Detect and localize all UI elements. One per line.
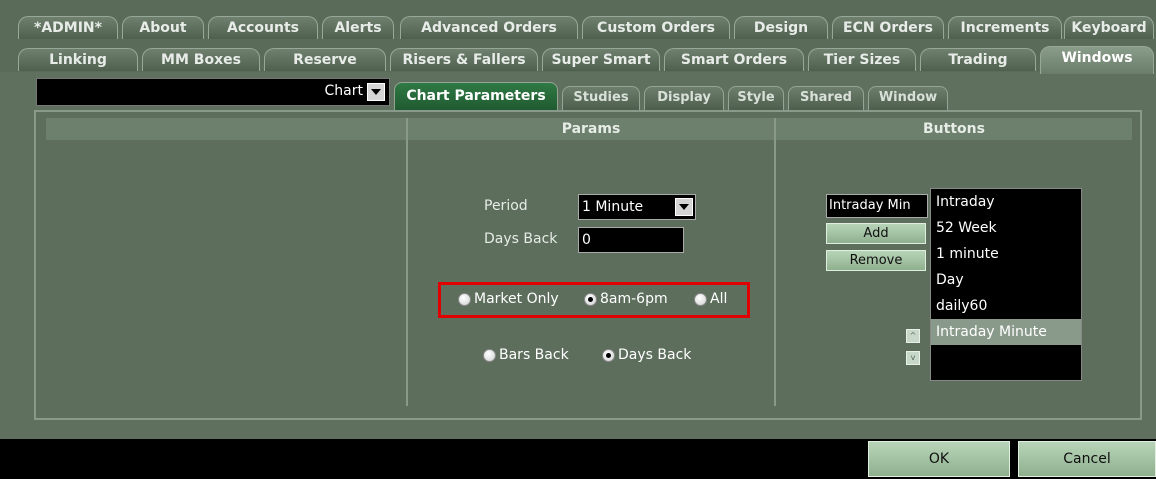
radio-dot-icon <box>483 348 496 362</box>
tab-smart-orders[interactable]: Smart Orders <box>664 48 804 71</box>
column-divider <box>774 118 776 406</box>
radio-dot-icon <box>602 348 615 362</box>
column-divider <box>406 118 408 406</box>
list-item[interactable]: Day <box>931 267 1081 293</box>
days-back-label: Days Back <box>484 231 558 247</box>
move-down-icon[interactable]: v <box>906 351 920 365</box>
radio-label: 8am-6pm <box>600 291 668 307</box>
radio-bars-back[interactable]: Bars Back <box>483 347 569 363</box>
tab-mm-boxes[interactable]: MM Boxes <box>142 48 260 71</box>
list-item[interactable]: daily60 <box>931 293 1081 319</box>
tab-custom-orders[interactable]: Custom Orders <box>582 16 730 39</box>
tab-super-smart[interactable]: Super Smart <box>542 48 660 71</box>
tab-ecn-orders[interactable]: ECN Orders <box>832 16 944 39</box>
window-type-select[interactable]: Chart <box>36 78 390 106</box>
period-label: Period <box>484 198 528 214</box>
tab-admin[interactable]: *ADMIN* <box>18 16 118 39</box>
settings-window: *ADMIN* About Accounts Alerts Advanced O… <box>0 0 1156 479</box>
radio-label: All <box>710 291 728 307</box>
tab-about[interactable]: About <box>122 16 204 39</box>
radio-8am-6pm[interactable]: 8am-6pm <box>584 291 668 307</box>
params-header: Params <box>408 118 774 140</box>
tab-reserve[interactable]: Reserve <box>264 48 386 71</box>
radio-all[interactable]: All <box>694 291 727 307</box>
radio-label: Days Back <box>618 347 692 363</box>
chevron-down-icon[interactable] <box>675 198 693 216</box>
list-item-selected[interactable]: Intraday Minute <box>931 319 1081 345</box>
tab-linking[interactable]: Linking <box>18 48 138 71</box>
radio-label: Bars Back <box>499 347 569 363</box>
cancel-button[interactable]: Cancel <box>1018 441 1156 477</box>
subtab-chart-parameters[interactable]: Chart Parameters <box>394 82 558 110</box>
tab-trading[interactable]: Trading <box>920 48 1036 71</box>
tab-row-1: *ADMIN* About Accounts Alerts Advanced O… <box>0 14 1156 39</box>
tab-row-2: Linking MM Boxes Reserve Risers & Faller… <box>0 46 1156 74</box>
column-header-blank <box>46 118 406 140</box>
radio-market-only[interactable]: Market Only <box>458 291 559 307</box>
subtab-display[interactable]: Display <box>644 86 724 110</box>
subtab-studies[interactable]: Studies <box>562 86 640 110</box>
tab-risers-fallers[interactable]: Risers & Fallers <box>390 48 538 71</box>
subtab-shared[interactable]: Shared <box>788 86 864 110</box>
button-name-field[interactable]: Intraday Min <box>826 194 928 218</box>
tab-increments[interactable]: Increments <box>948 16 1062 39</box>
tab-alerts[interactable]: Alerts <box>322 16 394 39</box>
radio-dot-icon <box>584 292 597 306</box>
buttons-list[interactable]: Intraday 52 Week 1 minute Day daily60 In… <box>930 188 1082 381</box>
period-select[interactable]: 1 Minute <box>578 194 696 220</box>
tab-accounts[interactable]: Accounts <box>208 16 318 39</box>
move-up-icon[interactable]: ^ <box>906 329 920 343</box>
radio-dot-icon <box>694 292 707 306</box>
remove-button[interactable]: Remove <box>826 250 926 271</box>
tab-design[interactable]: Design <box>734 16 828 39</box>
radio-dot-icon <box>458 292 471 306</box>
tab-tier-sizes[interactable]: Tier Sizes <box>808 48 916 71</box>
tab-windows[interactable]: Windows <box>1040 46 1154 74</box>
tab-advanced-orders[interactable]: Advanced Orders <box>400 16 578 39</box>
dialog-footer: OK Cancel <box>0 439 1156 479</box>
chevron-down-icon[interactable] <box>367 83 385 101</box>
list-item[interactable]: 52 Week <box>931 215 1081 241</box>
subtab-style[interactable]: Style <box>728 86 784 110</box>
buttons-header: Buttons <box>776 118 1132 140</box>
subtab-window[interactable]: Window <box>868 86 948 110</box>
list-item[interactable]: Intraday <box>931 189 1081 215</box>
list-item[interactable]: 1 minute <box>931 241 1081 267</box>
radio-label: Market Only <box>474 291 559 307</box>
tab-keyboard[interactable]: Keyboard <box>1064 16 1154 39</box>
add-button[interactable]: Add <box>826 223 926 244</box>
window-type-value: Chart <box>324 83 363 99</box>
radio-days-back[interactable]: Days Back <box>602 347 691 363</box>
ok-button[interactable]: OK <box>868 441 1010 477</box>
days-back-field[interactable]: 0 <box>578 227 684 253</box>
period-value: 1 Minute <box>582 199 644 215</box>
